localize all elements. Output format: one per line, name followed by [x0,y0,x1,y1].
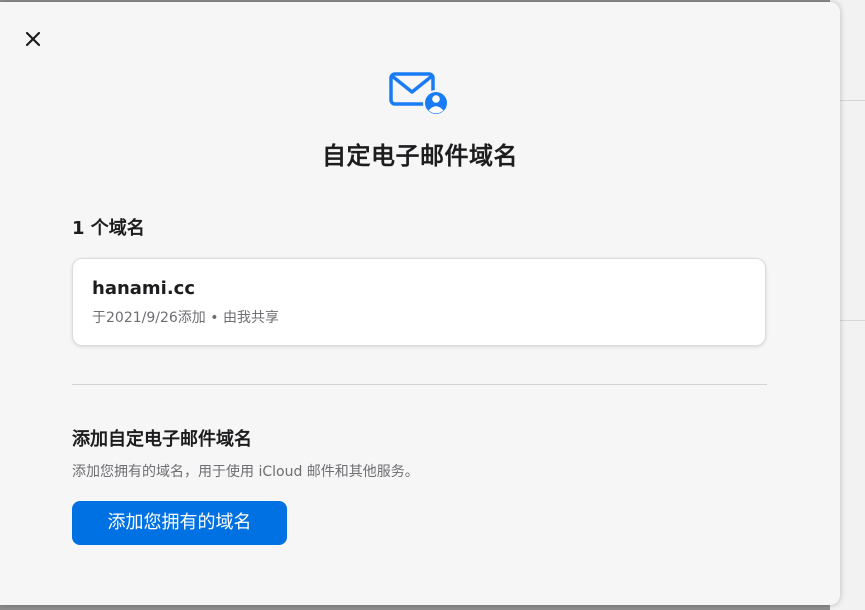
domain-count-label: 1 个域名 [72,218,145,239]
close-button[interactable] [20,26,46,52]
custom-domain-dialog: 自定电子邮件域名 1 个域名 hanami.cc 于2021/9/26添加 • … [0,2,840,605]
mail-person-icon [387,70,451,120]
add-domain-description: 添加您拥有的域名，用于使用 iCloud 邮件和其他服务。 [72,464,419,480]
add-domain-heading: 添加自定电子邮件域名 [72,429,252,450]
dialog-title: 自定电子邮件域名 [322,142,518,170]
section-divider [72,384,767,385]
domain-card[interactable]: hanami.cc 于2021/9/26添加 • 由我共享 [72,258,766,346]
domain-meta: 于2021/9/26添加 • 由我共享 [92,310,279,326]
close-icon [25,31,41,47]
background-divider [838,100,865,101]
domain-name: hanami.cc [92,278,196,299]
add-owned-domain-button[interactable]: 添加您拥有的域名 [72,501,287,545]
background-divider [838,320,865,321]
